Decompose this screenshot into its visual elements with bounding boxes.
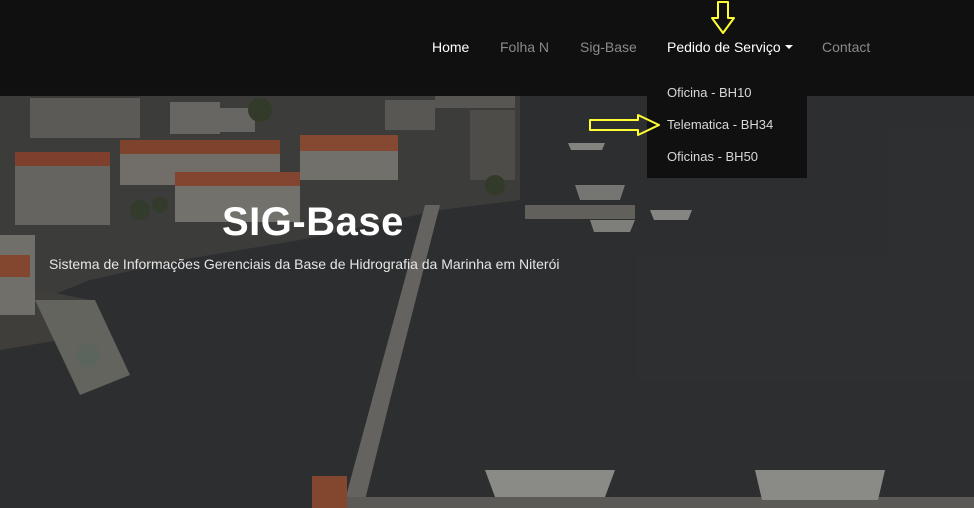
hero-subtitle: Sistema de Informações Gerenciais da Bas… [49,256,560,272]
nav-contact[interactable]: Contact [822,39,870,55]
nav-home-label: Home [432,39,470,55]
nav-sig-base[interactable]: Sig-Base [580,39,637,55]
nav-contact-label: Contact [822,39,871,55]
caret-down-icon [784,45,793,50]
nav-pedido-label: Pedido de Serviço [667,39,781,55]
arrow-right-icon [589,114,660,136]
dropdown-item-label: Oficina - BH10 [667,85,752,100]
arrow-down-icon [711,1,735,34]
nav-menu: Home Folha N Sig-Base Pedido de Serviço … [0,39,974,59]
dropdown-item-oficina-bh10[interactable]: Oficina - BH10 [667,85,752,100]
hero-title: SIG-Base [222,200,404,244]
dropdown-item-label: Oficinas - BH50 [667,149,759,164]
nav-pedido-de-servico[interactable]: Pedido de Serviço [667,39,793,55]
top-navbar: Home Folha N Sig-Base Pedido de Serviço … [0,0,974,96]
pedido-dropdown-menu: Oficina - BH10 Telematica - BH34 Oficina… [647,72,807,178]
nav-folha-n[interactable]: Folha N [500,39,549,55]
nav-home[interactable]: Home [432,39,469,55]
nav-sig-base-label: Sig-Base [580,39,637,55]
dropdown-item-oficinas-bh50[interactable]: Oficinas - BH50 [667,149,758,164]
nav-folha-n-label: Folha N [500,39,550,55]
dropdown-item-label: Telematica - BH34 [667,117,774,132]
dropdown-item-telematica-bh34[interactable]: Telematica - BH34 [667,117,773,132]
